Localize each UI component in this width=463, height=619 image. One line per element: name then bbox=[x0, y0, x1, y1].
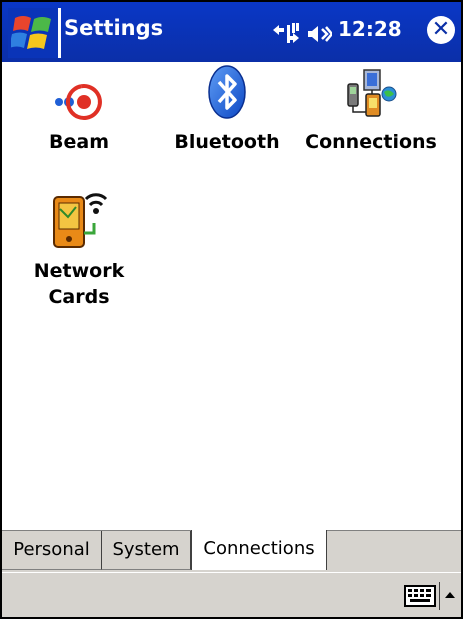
network-cards-icon bbox=[53, 193, 108, 248]
window-title: Settings bbox=[64, 16, 164, 40]
device-screen: Settings 12:28 ✕ Beam Bluetooth Connecti… bbox=[0, 0, 463, 619]
title-bar: Settings 12:28 ✕ bbox=[2, 2, 461, 62]
keyboard-icon[interactable] bbox=[404, 585, 436, 607]
tab-strip: Personal System Connections bbox=[2, 530, 461, 573]
volume-icon[interactable] bbox=[306, 23, 332, 45]
app-bluetooth[interactable]: Bluetooth bbox=[169, 62, 285, 164]
tab-connections[interactable]: Connections bbox=[191, 530, 327, 570]
app-network-cards[interactable]: Network Cards bbox=[24, 185, 134, 315]
app-bluetooth-label: Bluetooth bbox=[174, 131, 280, 153]
clock[interactable]: 12:28 bbox=[338, 17, 402, 41]
close-icon: ✕ bbox=[431, 17, 451, 42]
app-beam-label: Beam bbox=[49, 131, 109, 153]
up-arrow-icon[interactable] bbox=[439, 582, 458, 610]
app-connections-label: Connections bbox=[305, 131, 437, 153]
app-beam[interactable]: Beam bbox=[24, 74, 134, 164]
app-network-cards-label-line1: Network bbox=[33, 260, 125, 282]
menu-bar bbox=[2, 572, 461, 617]
connectivity-icon[interactable] bbox=[272, 22, 300, 46]
bluetooth-icon bbox=[208, 65, 246, 119]
close-button[interactable]: ✕ bbox=[427, 16, 455, 44]
tab-personal[interactable]: Personal bbox=[2, 531, 102, 570]
app-network-cards-label-line2: Cards bbox=[48, 286, 110, 308]
app-connections[interactable]: Connections bbox=[300, 62, 442, 164]
start-button[interactable] bbox=[8, 8, 61, 58]
windows-flag-icon bbox=[11, 16, 51, 49]
beam-icon bbox=[55, 84, 102, 120]
connections-icon bbox=[347, 69, 397, 117]
tab-system[interactable]: System bbox=[102, 531, 191, 570]
